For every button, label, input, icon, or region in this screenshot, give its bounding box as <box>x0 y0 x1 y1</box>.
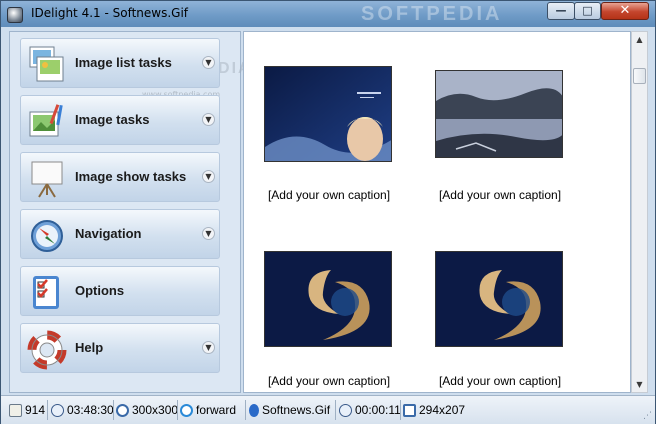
chevron-down-icon[interactable]: ▼ <box>202 56 215 69</box>
minimize-button[interactable]: — <box>547 2 575 20</box>
compass-icon <box>31 220 63 252</box>
clock-icon <box>51 403 64 417</box>
task-panel: SOFTPEDIA www.softpedia.com Image list t… <box>9 31 250 393</box>
maximize-button[interactable]: □ <box>574 2 601 20</box>
task-image-show[interactable]: Image show tasks ▼ <box>20 152 220 202</box>
softnews-swirl-image <box>436 252 562 346</box>
beach-landscape-image <box>436 71 562 157</box>
task-image-list[interactable]: Image list tasks ▼ <box>20 38 220 88</box>
task-label: Image list tasks <box>75 55 172 70</box>
status-time: 03:48:30 <box>51 401 114 419</box>
status-count: 914 <box>9 401 45 419</box>
close-button[interactable]: ✕ <box>601 2 649 20</box>
window-title: IDelight 4.1 - Softnews.Gif <box>31 6 189 20</box>
thumbnail-image[interactable] <box>264 66 392 162</box>
thumbnail-caption[interactable]: [Add your own caption] <box>244 188 414 202</box>
chevron-down-icon[interactable]: ▼ <box>202 341 215 354</box>
softnews-woman-image <box>265 67 391 161</box>
image-edit-icon <box>29 104 63 137</box>
info-icon <box>249 403 259 417</box>
minimize-icon: — <box>555 4 567 17</box>
status-duration: 00:00:11 <box>339 401 401 419</box>
status-filename: Softnews.Gif <box>249 401 330 419</box>
task-image[interactable]: Image tasks ▼ <box>20 95 220 145</box>
task-help[interactable]: Help ▼ <box>20 323 220 373</box>
thumbnail-image[interactable] <box>435 70 563 158</box>
thumbnail-caption[interactable]: [Add your own caption] <box>415 374 585 388</box>
scroll-thumb[interactable] <box>633 68 646 84</box>
task-navigation[interactable]: Navigation ▼ <box>20 209 220 259</box>
image-list-icon <box>29 46 64 82</box>
title-bar[interactable]: IDelight 4.1 - Softnews.Gif SOFTPEDIA — … <box>1 1 655 27</box>
chevron-down-icon[interactable]: ▼ <box>202 227 215 240</box>
task-label: Image tasks <box>75 112 150 127</box>
status-size: 300x300 <box>116 401 178 419</box>
status-direction[interactable]: forward <box>180 401 236 419</box>
softnews-swirl-image <box>265 252 391 346</box>
image-count-icon <box>9 403 22 417</box>
task-label: Options <box>75 283 125 298</box>
vertical-scrollbar[interactable]: ▲ ▼ <box>631 31 648 393</box>
slideshow-easel-icon <box>31 161 63 198</box>
thumbnail-caption[interactable]: [Add your own caption] <box>244 374 414 388</box>
scroll-down-icon[interactable]: ▼ <box>634 380 645 389</box>
status-bar: 914 03:48:30 300x300 forward Softnews.Gi… <box>1 395 655 424</box>
thumbnail-grid: [Add your own caption] [Add your own cap… <box>243 31 631 393</box>
magnifier-icon <box>116 403 129 417</box>
image-size-icon <box>403 403 416 417</box>
refresh-icon <box>180 403 193 417</box>
status-dimensions: 294x207 <box>403 401 465 419</box>
chevron-down-icon[interactable]: ▼ <box>202 170 215 183</box>
maximize-icon: □ <box>582 4 593 17</box>
close-icon: ✕ <box>619 3 631 18</box>
timer-icon <box>339 403 352 417</box>
checklist-icon <box>33 276 59 309</box>
resize-grip-icon[interactable]: ⋰ <box>643 411 652 421</box>
task-label: Image show tasks <box>75 169 187 184</box>
lifebuoy-icon <box>27 330 67 370</box>
watermark: SOFTPEDIA <box>361 3 503 25</box>
app-window: IDelight 4.1 - Softnews.Gif SOFTPEDIA — … <box>0 0 656 424</box>
app-icon[interactable] <box>7 7 23 23</box>
task-label: Navigation <box>75 226 142 241</box>
task-options[interactable]: Options <box>20 266 220 316</box>
thumbnail-image[interactable] <box>264 251 392 347</box>
thumbnail-caption[interactable]: [Add your own caption] <box>415 188 585 202</box>
thumbnail-image[interactable] <box>435 251 563 347</box>
task-label: Help <box>75 340 104 355</box>
scroll-up-icon[interactable]: ▲ <box>634 35 645 44</box>
chevron-down-icon[interactable]: ▼ <box>202 113 215 126</box>
